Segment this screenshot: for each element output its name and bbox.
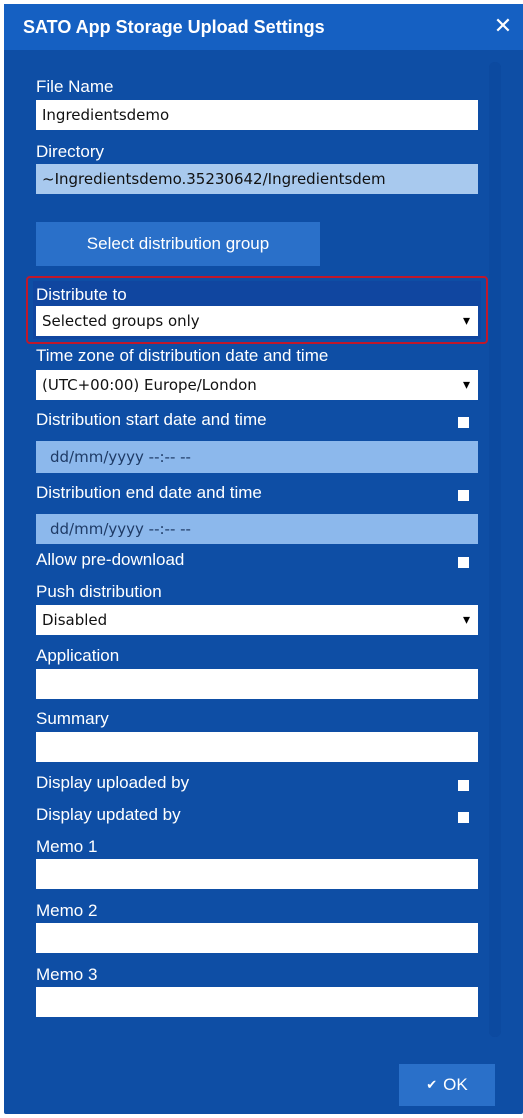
- timezone-value: (UTC+00:00) Europe/London: [42, 376, 257, 394]
- end-date-label: Distribution end date and time: [36, 483, 262, 502]
- display-updated-by-label: Display updated by: [36, 805, 181, 824]
- display-updated-by-checkbox[interactable]: [458, 812, 469, 823]
- pre-download-label: Allow pre-download: [36, 550, 185, 569]
- distribute-to-value: Selected groups only: [42, 312, 200, 330]
- ok-label: OK: [443, 1075, 468, 1094]
- application-label: Application: [36, 646, 120, 665]
- timezone-label: Time zone of distribution date and time: [36, 346, 329, 365]
- start-date-input[interactable]: dd/mm/yyyy --:-- --: [36, 441, 478, 473]
- scrollbar-track[interactable]: [489, 62, 501, 1037]
- push-distribution-label: Push distribution: [36, 582, 162, 601]
- display-uploaded-by-label: Display uploaded by: [36, 773, 190, 792]
- scrollbar-thumb[interactable]: [489, 62, 501, 1037]
- file-name-label: File Name: [36, 77, 114, 96]
- summary-input[interactable]: [36, 732, 478, 762]
- close-icon[interactable]: ✕: [491, 12, 515, 40]
- end-date-input[interactable]: dd/mm/yyyy --:-- --: [36, 514, 478, 544]
- memo3-label: Memo 3: [36, 965, 98, 984]
- select-distribution-group-button[interactable]: Select distribution group: [36, 222, 320, 266]
- summary-label: Summary: [36, 709, 109, 728]
- upload-settings-dialog: SATO App Storage Upload Settings ✕ File …: [4, 4, 523, 1114]
- dialog-titlebar: SATO App Storage Upload Settings ✕: [4, 4, 523, 50]
- directory-field: ~Ingredientsdemo.35230642/Ingredientsdem: [36, 164, 478, 194]
- application-input[interactable]: [36, 669, 478, 699]
- display-uploaded-by-checkbox[interactable]: [458, 780, 469, 791]
- dialog-title: SATO App Storage Upload Settings: [23, 17, 325, 37]
- memo2-label: Memo 2: [36, 901, 98, 920]
- ok-button[interactable]: ✔ OK: [399, 1064, 495, 1106]
- directory-label: Directory: [36, 142, 105, 161]
- memo1-label: Memo 1: [36, 837, 98, 856]
- distribute-to-label: Distribute to: [36, 285, 127, 304]
- start-date-label: Distribution start date and time: [36, 410, 267, 429]
- start-date-checkbox[interactable]: [458, 417, 469, 428]
- memo3-input[interactable]: [36, 987, 478, 1017]
- push-distribution-value: Disabled: [42, 611, 108, 629]
- memo2-input[interactable]: [36, 923, 478, 953]
- pre-download-checkbox[interactable]: [458, 557, 469, 568]
- end-date-checkbox[interactable]: [458, 490, 469, 501]
- file-name-input[interactable]: Ingredientsdemo: [36, 100, 478, 130]
- timezone-select[interactable]: (UTC+00:00) Europe/London: [36, 370, 478, 400]
- push-distribution-select[interactable]: Disabled: [36, 605, 478, 635]
- checkmark-icon: ✔: [426, 1077, 438, 1092]
- distribute-to-select[interactable]: Selected groups only: [36, 306, 478, 336]
- memo1-input[interactable]: [36, 859, 478, 889]
